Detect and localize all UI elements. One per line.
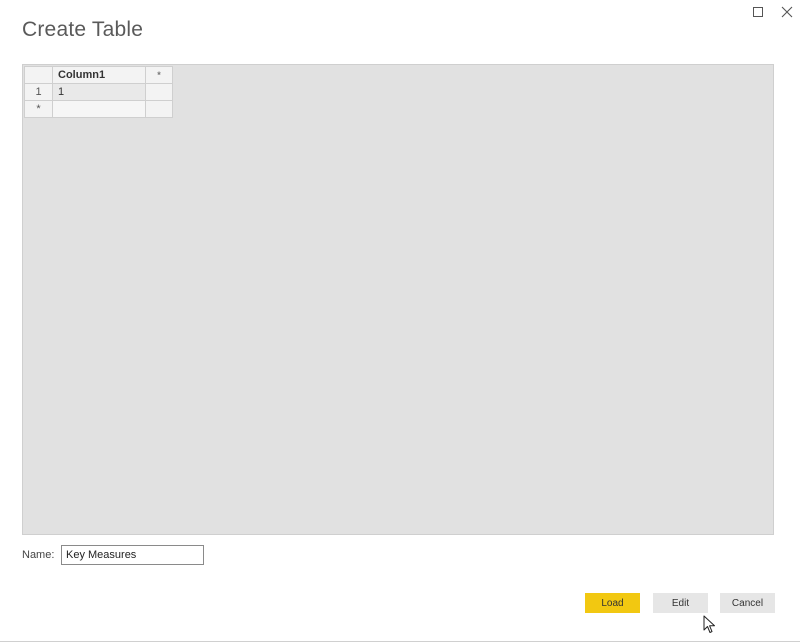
name-label: Name:	[22, 549, 55, 561]
cancel-button[interactable]: Cancel	[720, 593, 775, 613]
new-row-marker[interactable]: *	[24, 100, 53, 118]
table-row: 1 1	[24, 83, 173, 101]
close-button[interactable]	[779, 4, 795, 20]
mouse-pointer-icon	[703, 615, 715, 633]
table-name-input[interactable]	[61, 545, 204, 565]
close-icon	[781, 6, 793, 18]
edit-button[interactable]: Edit	[653, 593, 708, 613]
dialog-title: Create Table	[22, 18, 144, 41]
new-row-empty	[145, 100, 173, 118]
cell-row1-column1[interactable]: 1	[52, 83, 146, 101]
table-editor-area[interactable]: Column1 * 1 1 *	[22, 64, 774, 535]
maximize-icon	[753, 7, 763, 17]
header-row: Column1 *	[24, 66, 173, 84]
new-row: *	[24, 100, 173, 118]
cell-row1-empty	[145, 83, 173, 101]
select-all-corner[interactable]	[24, 66, 53, 84]
column-header-column1[interactable]: Column1	[52, 66, 146, 84]
data-grid: Column1 * 1 1 *	[24, 66, 173, 118]
load-button[interactable]: Load	[585, 593, 640, 613]
add-column-button[interactable]: *	[145, 66, 173, 84]
new-row-cell[interactable]	[52, 100, 146, 118]
row-number-1[interactable]: 1	[24, 83, 53, 101]
maximize-button[interactable]	[750, 4, 766, 20]
